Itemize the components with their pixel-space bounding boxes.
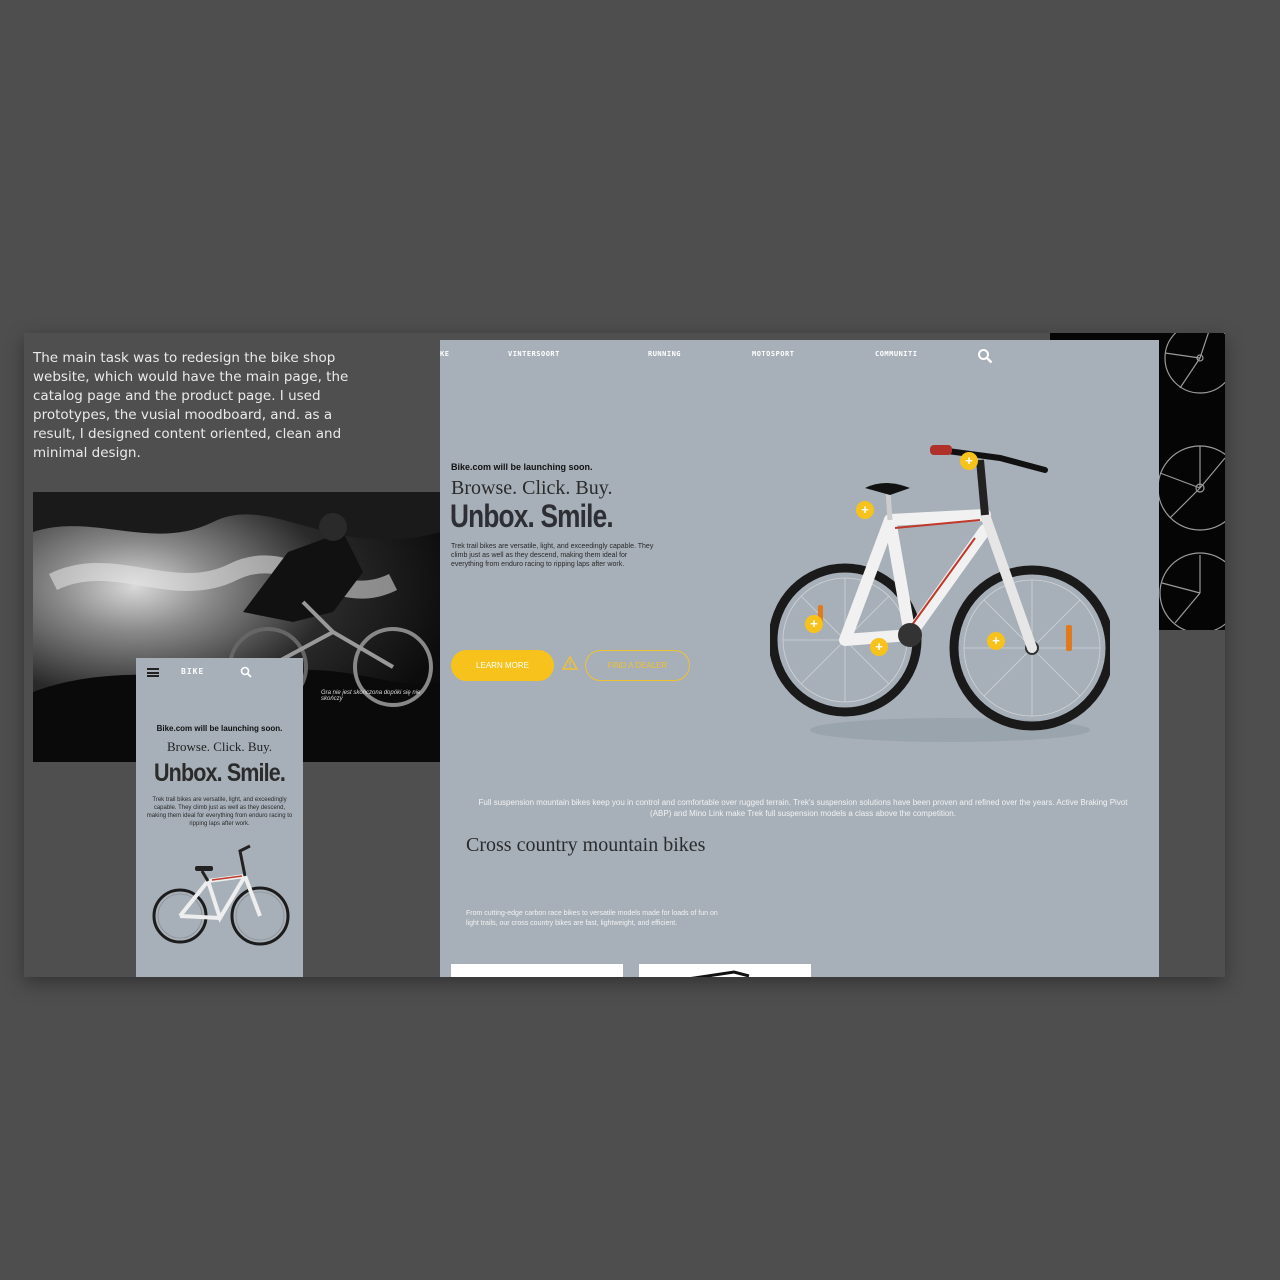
hero-bike-image: + + + + + <box>768 420 1115 755</box>
hotspot-crankset[interactable]: + <box>870 638 888 656</box>
nav-item-bike[interactable]: KE <box>440 350 449 358</box>
photo-caption: Gra nie jest skończona dopóki się nie sk… <box>321 690 421 702</box>
mobile-bike-image <box>150 836 290 966</box>
mobile-launch-text: Bike.com will be launching soon. <box>156 724 283 733</box>
nav-item-running[interactable]: RUNNING <box>648 350 681 358</box>
hotspot-rear-wheel[interactable]: + <box>805 615 823 633</box>
section-title-cross-country: Cross country mountain bikes <box>466 834 706 856</box>
warning-icon <box>561 655 579 675</box>
nav-item-motosport[interactable]: MOTOSPORT <box>752 350 794 358</box>
mobile-headline: Unbox. Smile. <box>154 759 286 787</box>
product-card[interactable] <box>639 964 811 977</box>
hotspot-handlebar[interactable]: + <box>960 452 978 470</box>
find-dealer-button[interactable]: FIND A DEALER <box>585 650 690 681</box>
search-icon[interactable] <box>240 665 252 683</box>
product-card[interactable] <box>451 964 623 977</box>
presentation-frame: The main task was to redesign the bike s… <box>24 333 1225 977</box>
mobile-brand[interactable]: BIKE <box>181 667 204 676</box>
mobile-body-text: Trek trail bikes are versatile, light, a… <box>146 797 293 827</box>
project-description: The main task was to redesign the bike s… <box>33 350 349 461</box>
hero-tagline: Browse. Click. Buy. <box>451 477 613 499</box>
launch-announcement: Bike.com will be launching soon. <box>451 462 593 472</box>
hotspot-saddle[interactable]: + <box>856 501 874 519</box>
top-navigation: KE VINTERSOORT RUNNING MOTOSPORT COMMUNI… <box>440 348 1159 364</box>
hotspot-front-brake[interactable]: + <box>987 632 1005 650</box>
mobile-navbar: BIKE <box>136 658 303 688</box>
hero-headline: Unbox. Smile. <box>450 498 614 534</box>
mobile-mockup: BIKE Bike.com will be launching soon. Br… <box>136 658 303 977</box>
menu-icon[interactable] <box>147 668 159 677</box>
search-icon[interactable] <box>977 348 993 369</box>
suspension-description: Full suspension mountain bikes keep you … <box>478 798 1128 818</box>
desktop-mockup: KE VINTERSOORT RUNNING MOTOSPORT COMMUNI… <box>440 340 1159 977</box>
cross-country-description: From cutting-edge carbon race bikes to v… <box>466 910 718 927</box>
mobile-tagline: Browse. Click. Buy. <box>167 739 272 754</box>
learn-more-button[interactable]: LEARN MORE <box>451 650 554 681</box>
nav-item-wintersport[interactable]: VINTERSOORT <box>508 350 560 358</box>
nav-item-community[interactable]: COMMUNITI <box>875 350 917 358</box>
hero-description: Trek trail bikes are versatile, light, a… <box>451 543 654 568</box>
